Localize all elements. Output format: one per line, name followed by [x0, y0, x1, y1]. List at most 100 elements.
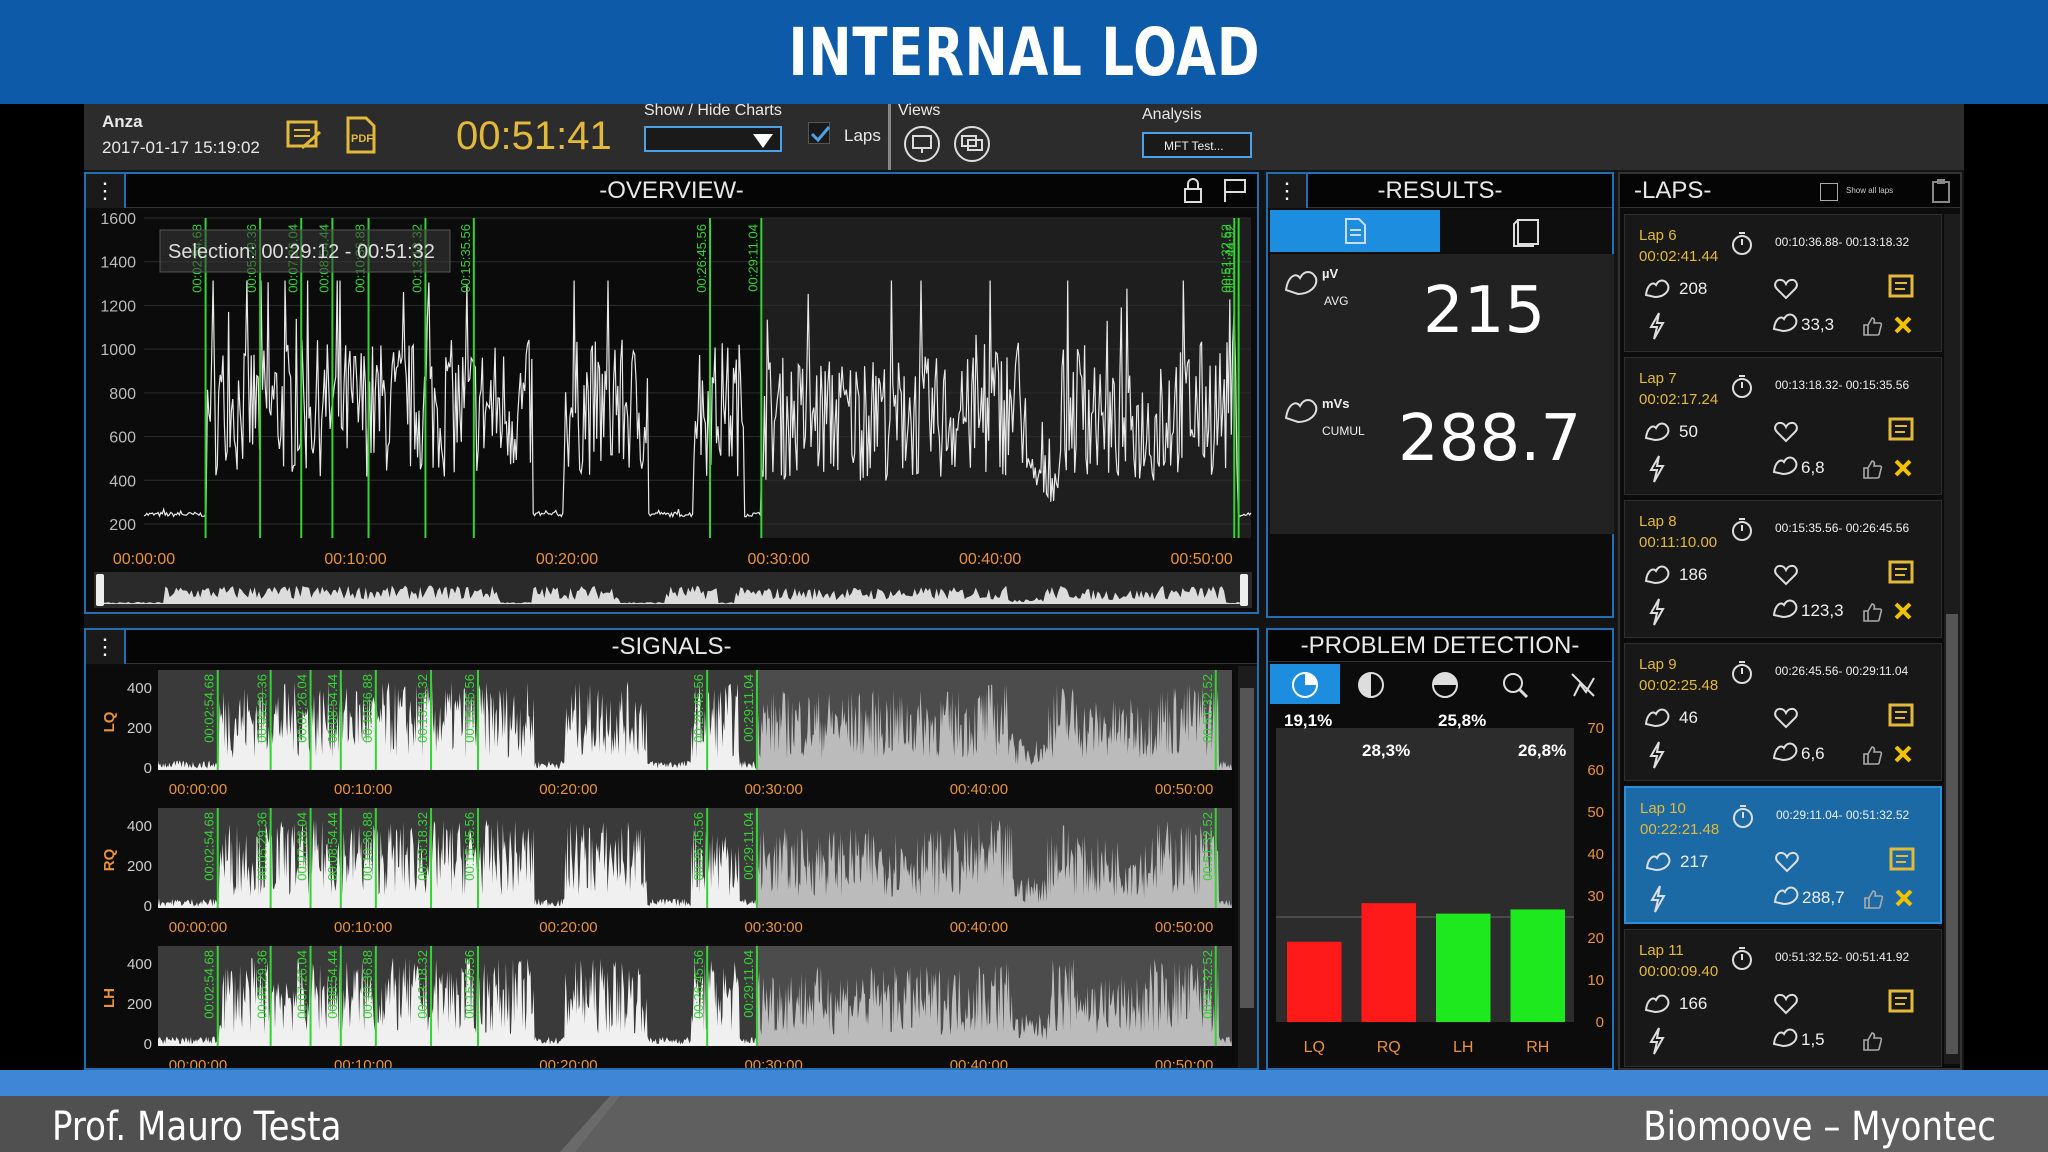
signal-x-tick: 00:40:00 [950, 919, 1008, 936]
results-tab-page[interactable] [1440, 210, 1612, 252]
lap-time-range: 00:29:11.04- 00:51:32.52 [1776, 808, 1910, 822]
note-icon[interactable] [1888, 846, 1916, 874]
delete-lap-icon[interactable] [1893, 315, 1913, 335]
session-timer: 00:51:41 [456, 114, 612, 158]
stopwatch-icon [1733, 805, 1753, 828]
heart-icon[interactable] [1773, 420, 1799, 444]
pd-tab-pie[interactable] [1270, 664, 1340, 704]
signals-scroll-thumb[interactable] [1240, 688, 1254, 1008]
athlete-name: Anza [102, 112, 143, 131]
note-icon[interactable] [1887, 702, 1915, 730]
signal-channel-label: LQ [101, 711, 118, 732]
signals-scrollbar[interactable] [1238, 666, 1257, 1068]
pd-bar [1361, 903, 1416, 1022]
show-hide-charts-label: Show / Hide Charts [644, 102, 782, 119]
signal-lap-marker-label: 00:07:26.04 [295, 674, 310, 743]
session-datetime: 2017-01-17 15:19:02 [102, 138, 260, 157]
lap-card[interactable]: Lap 6 00:02:41.44 00:10:36.88- 00:13:18.… [1624, 214, 1942, 352]
lap-avg-value: 208 [1679, 279, 1708, 298]
thumbs-up-icon[interactable] [1861, 315, 1883, 337]
stopwatch-icon [1732, 661, 1752, 684]
signal-y-tick: 400 [127, 956, 152, 973]
lock-icon[interactable] [1175, 176, 1211, 206]
note-icon[interactable] [1887, 416, 1915, 444]
laps-scrollbar[interactable] [1944, 214, 1960, 1064]
lap-time-range: 00:15:35.56- 00:26:45.56 [1775, 521, 1910, 535]
results-tab-document[interactable] [1270, 210, 1440, 252]
note-icon[interactable] [1887, 559, 1915, 587]
clipboard-icon[interactable] [1926, 176, 1956, 206]
delete-lap-icon[interactable] [1893, 744, 1913, 764]
heart-icon[interactable] [1774, 850, 1800, 874]
thumbs-up-icon[interactable] [1861, 1030, 1883, 1052]
lap-name: Lap 9 [1639, 656, 1677, 673]
overview-y-tick: 600 [109, 430, 136, 447]
lap-time-range: 00:13:18.32- 00:15:35.56 [1775, 378, 1910, 392]
results-menu-button[interactable]: ⋮ [1268, 174, 1308, 208]
show-all-laps-checkbox[interactable] [1820, 183, 1838, 201]
flag-icon[interactable] [1217, 176, 1253, 206]
signal-x-tick: 00:40:00 [950, 781, 1008, 798]
overview-x-tick: 00:10:00 [324, 551, 386, 568]
lap-avg-value: 50 [1679, 422, 1698, 441]
signal-x-tick: 00:00:00 [169, 781, 227, 798]
delete-lap-icon[interactable] [1894, 888, 1914, 908]
heart-icon[interactable] [1773, 563, 1799, 587]
lap-card[interactable]: Lap 11 00:00:09.40 00:51:32.52- 00:51:41… [1624, 929, 1942, 1067]
checkmark-icon [810, 126, 831, 143]
lap-card[interactable]: Lap 7 00:02:17.24 00:13:18.32- 00:15:35.… [1624, 357, 1942, 495]
delete-lap-icon[interactable] [1893, 458, 1913, 478]
overview-x-tick: 00:30:00 [747, 551, 809, 568]
pd-y-tick: 50 [1587, 804, 1604, 821]
report-icon[interactable] [284, 118, 324, 154]
analysis-label: Analysis [1142, 106, 1202, 123]
lap-card[interactable]: Lap 9 00:02:25.48 00:26:45.56- 00:29:11.… [1624, 643, 1942, 781]
signal-lap-marker-label: 00:51:32.52 [1200, 674, 1215, 743]
overview-y-tick: 800 [109, 386, 136, 403]
thumbs-up-icon[interactable] [1861, 458, 1883, 480]
thumbs-up-icon[interactable] [1861, 601, 1883, 623]
lap-cumul-value: 288,7 [1802, 888, 1845, 907]
thumbs-up-icon[interactable] [1862, 888, 1884, 910]
monitor-view-icon[interactable] [902, 124, 942, 164]
overview-menu-button[interactable]: ⋮ [86, 174, 126, 208]
lap-card[interactable]: Lap 10 00:22:21.48 00:29:11.04- 00:51:32… [1624, 786, 1942, 924]
show-hide-charts-dropdown[interactable] [644, 126, 782, 152]
signal-y-tick: 0 [144, 1036, 152, 1053]
lap-name: Lap 6 [1639, 227, 1677, 244]
lightning-icon [1649, 1027, 1665, 1055]
heart-icon[interactable] [1773, 706, 1799, 730]
signal-channel-label: RQ [101, 848, 118, 871]
pdf-icon[interactable]: PDF [344, 116, 378, 154]
dual-monitor-view-icon[interactable] [952, 124, 992, 164]
signal-x-tick: 00:10:00 [334, 1057, 392, 1068]
signals-chart[interactable]: 00:02:54.68 00:05:29.36 00:07:26.04 00:08:5… [86, 666, 1236, 1068]
signal-x-tick: 00:10:00 [334, 781, 392, 798]
thumbs-up-icon[interactable] [1861, 744, 1883, 766]
signal-dim-overlay [756, 808, 1232, 908]
show-all-laps-label: Show all laps [1846, 186, 1894, 195]
note-icon[interactable] [1887, 273, 1915, 301]
overview-x-tick: 00:00:00 [113, 551, 175, 568]
laps-checkbox[interactable] [808, 122, 831, 144]
pie-chart-icon [1292, 672, 1318, 698]
laps-scroll-thumb[interactable] [1946, 614, 1958, 1054]
overview-y-tick: 400 [109, 473, 136, 490]
results-header: ⋮ -RESULTS- [1268, 174, 1612, 208]
half-circle-horizontal-icon[interactable] [1430, 670, 1460, 700]
analysis-select[interactable]: MFT Test... [1142, 132, 1252, 158]
heart-icon[interactable] [1773, 992, 1799, 1016]
lap-time-range: 00:10:36.88- 00:13:18.32 [1775, 235, 1910, 249]
overview-chart[interactable]: 160014001200100080060040020000:02:54.680… [86, 210, 1257, 612]
overview-y-tick: 1400 [100, 255, 136, 272]
no-signal-icon[interactable] [1568, 670, 1598, 700]
note-icon[interactable] [1887, 988, 1915, 1016]
half-circle-vertical-icon[interactable] [1356, 670, 1386, 700]
magnify-chart-icon[interactable] [1500, 670, 1530, 700]
signal-x-tick: 00:20:00 [539, 781, 597, 798]
signals-menu-button[interactable]: ⋮ [86, 630, 126, 664]
lap-card[interactable]: Lap 8 00:11:10.00 00:15:35.56- 00:26:45.… [1624, 500, 1942, 638]
delete-lap-icon[interactable] [1893, 601, 1913, 621]
signal-lap-marker-label: 00:29:11.04 [741, 950, 756, 1018]
heart-icon[interactable] [1773, 277, 1799, 301]
